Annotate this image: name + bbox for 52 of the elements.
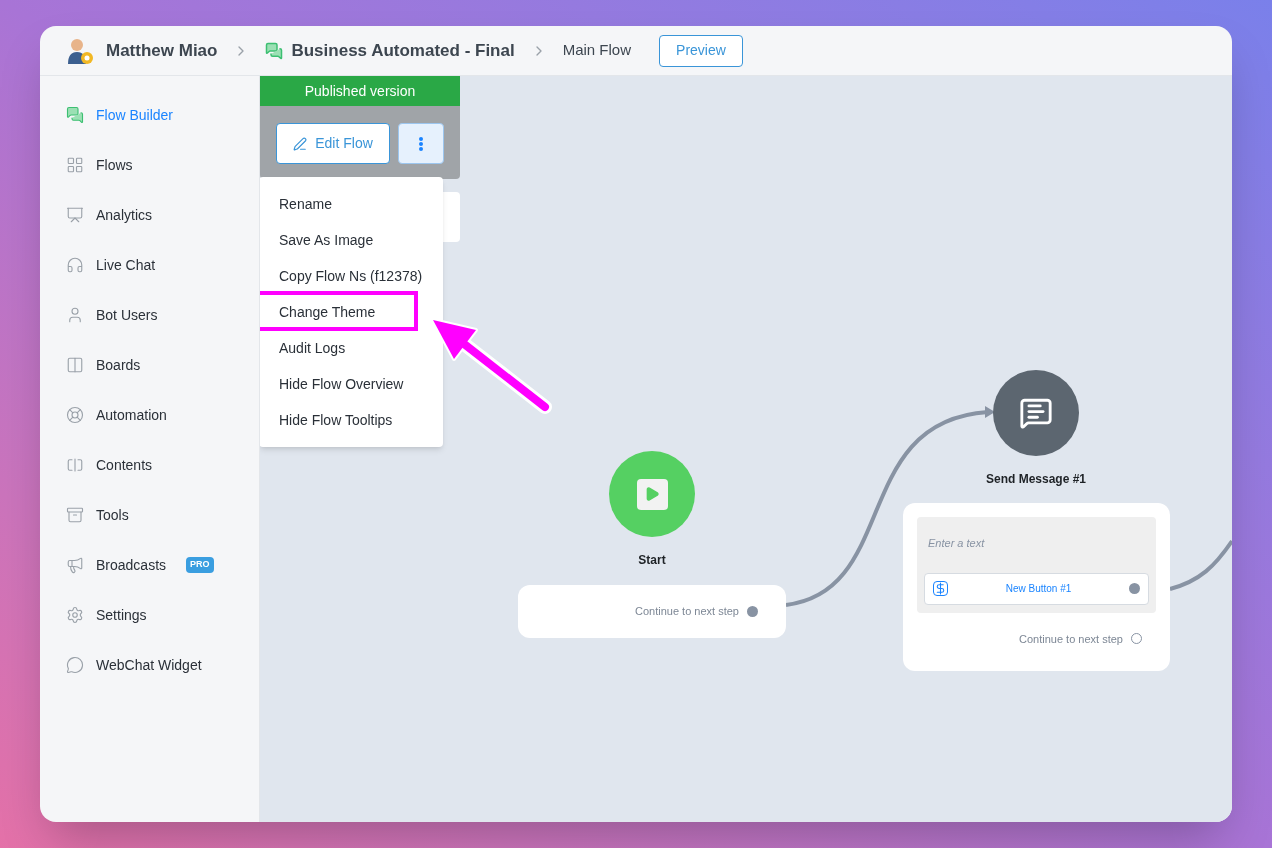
menu-item[interactable]: Audit Logs xyxy=(279,337,346,359)
sidebar-item[interactable]: WebChat Widget xyxy=(66,640,259,690)
sidebar-item[interactable]: Live Chat xyxy=(66,240,259,290)
sidebar-item[interactable]: Boards xyxy=(66,340,259,390)
menu-item[interactable]: Change Theme xyxy=(279,301,376,323)
sidebar-item[interactable]: Broadcasts PRO xyxy=(66,540,259,590)
sidebar-item[interactable]: Bot Users xyxy=(66,290,259,340)
menu-item[interactable]: Save As Image xyxy=(279,229,374,251)
dollar-icon xyxy=(933,581,948,596)
avatar-icon xyxy=(66,36,94,65)
continue-label: Continue to next step xyxy=(635,604,739,620)
continue-label: Continue to next step xyxy=(1019,631,1123,647)
archive-icon xyxy=(66,506,84,524)
pro-badge: PRO xyxy=(186,557,214,573)
sidebar-item[interactable]: Settings xyxy=(66,590,259,640)
presentation-icon xyxy=(66,206,84,224)
panel-icon xyxy=(66,456,84,474)
connector-line xyxy=(1169,539,1232,591)
megaphone-icon xyxy=(66,556,84,574)
sidebar-item[interactable]: Contents xyxy=(66,440,259,490)
node-card[interactable]: Enter a text New Button #1 Continue to next step xyxy=(903,503,1170,671)
sidebar-item[interactable]: Automation xyxy=(66,390,259,440)
node-title: Start xyxy=(637,552,667,569)
user-icon xyxy=(66,306,84,324)
flow-name: Main Flow xyxy=(562,40,632,61)
more-icon xyxy=(419,136,423,151)
lifebuoy-icon xyxy=(66,406,84,424)
message-button[interactable]: New Button #1 xyxy=(924,572,1149,605)
grid-icon xyxy=(66,156,84,174)
menu-item[interactable]: Copy Flow Ns (f12378) xyxy=(279,265,423,287)
bot-name[interactable]: Business Automated - Final xyxy=(291,37,515,64)
output-port[interactable] xyxy=(1129,583,1140,594)
menu-item[interactable]: Rename xyxy=(279,193,332,215)
node-card[interactable]: Continue to next step xyxy=(518,585,786,638)
node-title: Send Message #1 xyxy=(984,471,1088,488)
sidebar-item[interactable]: Flows xyxy=(66,140,259,190)
sidebar-item[interactable]: Tools xyxy=(66,490,259,540)
chat-bubbles-icon xyxy=(265,41,284,60)
published-banner: Published version xyxy=(260,76,460,106)
chat-icon xyxy=(66,656,84,674)
output-port[interactable] xyxy=(1131,633,1142,645)
output-port[interactable] xyxy=(747,606,758,617)
headset-icon xyxy=(66,256,84,274)
columns-icon xyxy=(66,356,84,374)
menu-item[interactable]: Hide Flow Tooltips xyxy=(279,409,393,431)
menu-item[interactable]: Hide Flow Overview xyxy=(279,373,404,395)
chat-bubbles-icon xyxy=(66,106,84,124)
account-name[interactable]: Matthew Miao xyxy=(106,37,218,64)
sidebar-item[interactable]: Analytics xyxy=(66,190,259,240)
pencil-icon xyxy=(293,136,308,151)
settings-icon xyxy=(66,606,84,624)
more-button[interactable] xyxy=(398,123,444,164)
